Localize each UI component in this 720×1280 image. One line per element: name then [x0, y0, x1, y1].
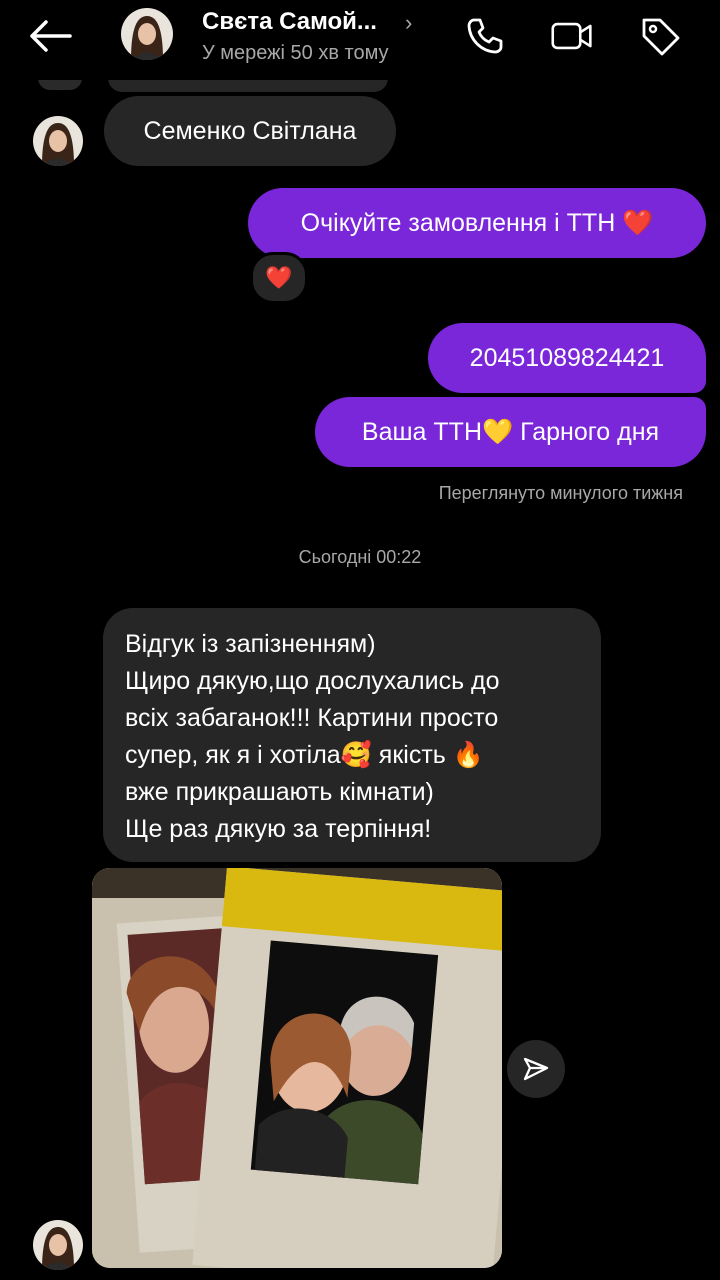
contact-name[interactable]: Свєта Самой... [202, 8, 377, 36]
message-text: Семенко Світлана [143, 116, 357, 145]
message-line: всіх забаганок!!! Картини просто [125, 704, 499, 732]
message-line: Щиро дякую,що дослухались до [125, 667, 500, 695]
phone-icon[interactable] [463, 14, 507, 58]
heart-icon: ❤️ [265, 265, 293, 290]
seen-status: Переглянуто минулого тижня [438, 483, 683, 503]
message-text: Очікуйте замовлення і ТТН ❤️ [300, 208, 654, 237]
message-text: 20451089824421 [469, 343, 665, 372]
chevron-right-icon[interactable]: › [405, 10, 412, 36]
message-line: вже прикрашають кімнати) [125, 778, 434, 806]
outgoing-message[interactable]: Очікуйте замовлення і ТТН ❤️ [248, 188, 706, 258]
outgoing-message[interactable]: Ваша ТТН💛 Гарного дня [315, 397, 706, 467]
chat-header: Свєта Самой... › У мережі 50 хв тому [0, 0, 720, 80]
message-text: Ваша ТТН💛 Гарного дня [361, 417, 660, 446]
message-line: Ще раз дякую за терпіння! [125, 815, 432, 843]
previous-message-bubble [108, 78, 388, 92]
contact-status: У мережі 50 хв тому [202, 42, 389, 64]
incoming-message[interactable]: Семенко Світлана [104, 96, 396, 166]
heart-reaction[interactable]: ❤️ [250, 252, 308, 304]
outgoing-message[interactable]: 20451089824421 [428, 323, 706, 393]
incoming-review-message[interactable]: Відгук із запізненням) Щиро дякую,що дос… [103, 608, 601, 862]
date-separator: Сьогодні 00:22 [298, 547, 422, 567]
message-line: Відгук із запізненням) [125, 630, 376, 658]
back-arrow-icon[interactable] [26, 18, 76, 54]
sender-avatar[interactable] [33, 116, 83, 166]
video-camera-icon[interactable] [550, 14, 594, 58]
tag-icon[interactable] [638, 14, 682, 58]
share-button[interactable] [507, 1040, 565, 1098]
message-line: супер, як я і хотіла🥰 якість 🔥 [125, 741, 484, 769]
photo-message[interactable] [92, 868, 502, 1268]
contact-avatar[interactable] [121, 8, 173, 60]
sender-avatar[interactable] [33, 1220, 83, 1270]
send-icon [523, 1057, 549, 1081]
